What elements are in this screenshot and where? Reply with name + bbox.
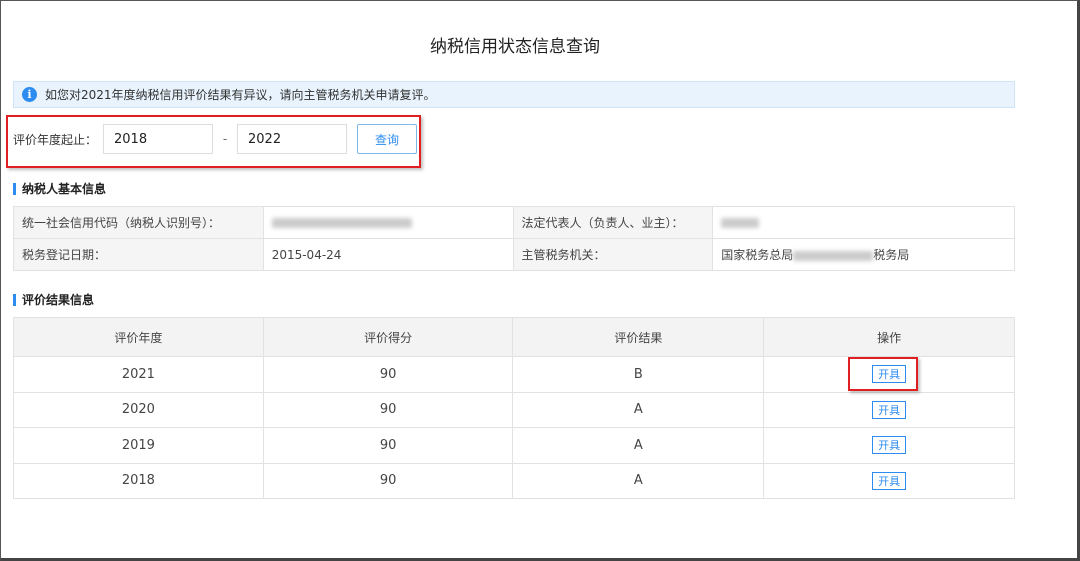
header-grade: 评价结果 — [512, 317, 765, 357]
legal-rep-label: 法定代表人（负责人、业主）： — [512, 206, 714, 239]
table-row: 统一社会信用代码（纳税人识别号）： 法定代表人（负责人、业主）： — [13, 206, 1015, 239]
tax-office-value: 国家税务总局 税务局 — [712, 238, 1015, 271]
redacted-tax-office — [793, 250, 874, 261]
legal-rep-value — [712, 206, 1015, 239]
table-row: 税务登记日期： 2015-04-24 主管税务机关： 国家税务总局 税务局 — [13, 238, 1015, 271]
row-action: 开具 — [763, 427, 1015, 464]
year-range-label: 评价年度起止： — [13, 132, 98, 147]
tax-office-label: 主管税务机关： — [512, 238, 714, 271]
reg-date-value: 2015-04-24 — [262, 238, 514, 271]
row-grade: A — [512, 462, 765, 499]
taxpayer-section-title: 纳税人基本信息 — [13, 180, 106, 197]
row-action: 开具 — [763, 356, 1015, 393]
issue-button[interactable]: 开具 — [872, 436, 907, 455]
redacted-credit-code — [271, 218, 412, 228]
issue-button[interactable]: 开具 — [872, 400, 907, 419]
start-year-input[interactable] — [103, 124, 214, 154]
results-table: 评价年度 评价得分 评价结果 操作 2021 90 B 开具 2020 90 A… — [13, 317, 1015, 499]
header-action: 操作 — [763, 317, 1015, 357]
row-year: 2018 — [13, 462, 264, 499]
row-score: 90 — [262, 427, 514, 464]
table-row: 2018 90 A 开具 — [13, 462, 1015, 499]
end-year-input[interactable] — [237, 124, 348, 154]
table-row: 2019 90 A 开具 — [13, 427, 1015, 464]
row-score: 90 — [262, 462, 514, 499]
row-grade: B — [512, 356, 765, 393]
taxpayer-info-table: 统一社会信用代码（纳税人识别号）： 法定代表人（负责人、业主）： 税务登记日期：… — [13, 206, 1015, 271]
table-row: 2020 90 A 开具 — [13, 391, 1015, 428]
issue-button[interactable]: 开具 — [872, 471, 907, 490]
credit-code-value — [262, 206, 514, 239]
reg-date-label: 税务登记日期： — [13, 238, 264, 271]
table-header-row: 评价年度 评价得分 评价结果 操作 — [13, 317, 1015, 357]
header-year: 评价年度 — [13, 317, 264, 357]
section-marker — [13, 182, 16, 195]
range-separator: - — [222, 132, 228, 146]
credit-code-label: 统一社会信用代码（纳税人识别号）： — [13, 206, 264, 239]
tax-office-prefix: 国家税务总局 — [721, 248, 794, 262]
issue-button[interactable]: 开具 — [872, 365, 907, 384]
row-score: 90 — [262, 356, 514, 393]
row-action: 开具 — [763, 462, 1015, 499]
row-grade: A — [512, 391, 765, 428]
info-icon: i — [22, 87, 37, 102]
results-section-label: 评价结果信息 — [22, 293, 95, 307]
row-action: 开具 — [763, 391, 1015, 428]
taxpayer-section-label: 纳税人基本信息 — [22, 182, 107, 196]
row-year: 2019 — [13, 427, 264, 464]
tax-office-suffix: 税务局 — [873, 248, 910, 262]
redacted-legal-rep — [721, 218, 760, 228]
page-title: 纳税信用状态信息查询 — [430, 37, 600, 57]
query-button[interactable]: 查询 — [357, 124, 418, 154]
table-row: 2021 90 B 开具 — [13, 356, 1015, 393]
row-year: 2021 — [13, 356, 264, 393]
row-score: 90 — [262, 391, 514, 428]
header-score: 评价得分 — [262, 317, 514, 357]
results-section-title: 评价结果信息 — [13, 291, 94, 308]
row-grade: A — [512, 427, 765, 464]
notice-banner: i 如您对2021年度纳税信用评价结果有异议，请向主管税务机关申请复评。 — [13, 81, 1015, 108]
year-filter: 评价年度起止： - 查询 — [13, 122, 418, 156]
notice-text: 如您对2021年度纳税信用评价结果有异议，请向主管税务机关申请复评。 — [45, 88, 436, 102]
section-marker — [13, 293, 16, 306]
row-year: 2020 — [13, 391, 264, 428]
